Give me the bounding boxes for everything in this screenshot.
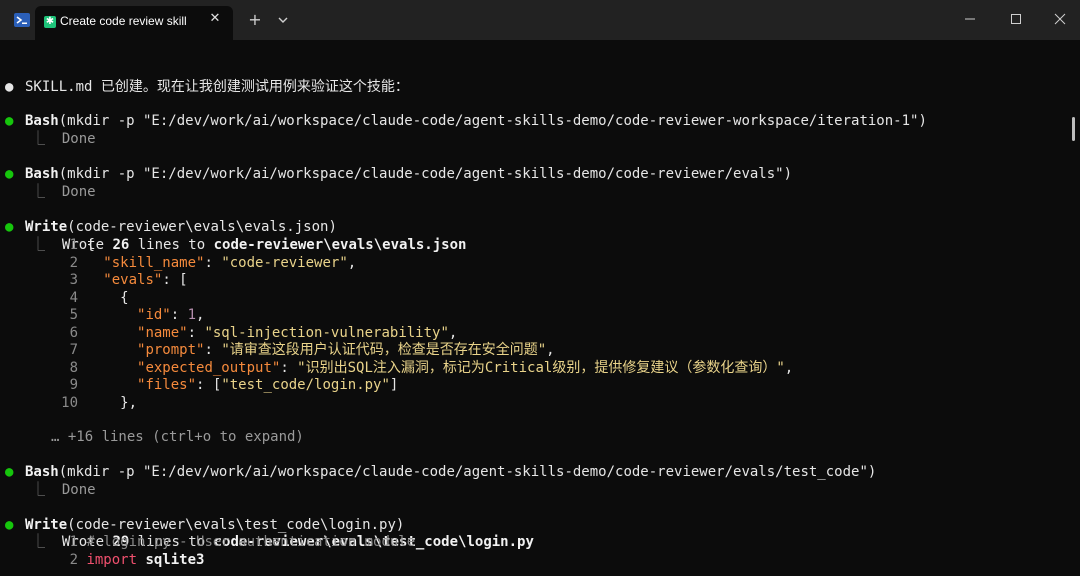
code-line: 3 "evals": [ — [0, 272, 188, 289]
json-bracket: ] — [389, 377, 399, 393]
json-key: "expected_output" — [137, 360, 281, 376]
tool-call-line: ● Write(code-reviewer\evals\evals.json) — [0, 202, 337, 235]
line-number: 2 — [69, 255, 78, 271]
tool-call-line: ● Bash(mkdir -p "E:/dev/work/ai/workspace… — [0, 447, 876, 480]
json-sep: : — [187, 325, 205, 341]
code-line: 8 "expected_output": "识别出SQL注入漏洞，标记为Crit… — [0, 360, 794, 377]
tool-call-line: ● Bash(mkdir -p "E:/dev/work/ai/workspace… — [0, 149, 792, 182]
json-value: "test_code/login.py" — [221, 377, 390, 393]
tool-result-line: ⎿ Done — [0, 465, 96, 498]
line-number: 3 — [69, 272, 78, 288]
code-text: { — [86, 237, 95, 253]
json-value: 1 — [187, 307, 197, 323]
json-value: "请审查这段用户认证代码，检查是否存在安全问题" — [221, 342, 547, 358]
tool-result-line: ⎿ Done — [0, 114, 96, 147]
bullet: ● — [5, 79, 14, 95]
tool-args: (mkdir -p "E:/dev/work/ai/workspace/clau… — [58, 113, 927, 129]
json-end: , — [546, 342, 555, 358]
minimize-icon[interactable] — [960, 10, 980, 28]
code-line: 10 }, — [0, 395, 137, 412]
json-sep: : — [196, 377, 213, 393]
json-key: "id" — [137, 307, 171, 323]
line-number: 7 — [69, 342, 78, 358]
tool-result: Done — [61, 482, 96, 498]
code-text: }, — [120, 395, 138, 411]
code-line: 1 { — [0, 237, 95, 254]
plus-icon[interactable]: + — [246, 10, 264, 30]
json-end: , — [784, 360, 794, 376]
tree-connector: ⎿ — [31, 131, 45, 147]
code-line: 9 "files": ["test_code/login.py"] — [0, 377, 399, 394]
json-sep: : — [162, 272, 180, 288]
tool-result-line: ⎿ Wrote 26 lines to code-reviewer\evals\… — [0, 220, 466, 253]
json-key: "evals" — [103, 272, 163, 288]
close-icon[interactable]: ✕ — [207, 11, 223, 29]
json-key: "skill_name" — [103, 255, 205, 271]
code-line: 5 "id": 1, — [0, 307, 205, 324]
code-comment: # login.py - User authentication module — [86, 534, 416, 550]
line-number: 10 — [61, 395, 78, 411]
terminal-app-icon[interactable] — [14, 12, 30, 28]
tool-call-line: ● Bash(mkdir -p "E:/dev/work/ai/workspace… — [0, 96, 927, 129]
code-keyword: import — [86, 552, 138, 568]
tool-result: Done — [61, 131, 96, 147]
tree-connector: ⎿ — [31, 184, 45, 200]
json-key: "name" — [137, 325, 188, 341]
json-end: , — [448, 325, 458, 341]
json-value: "识别出SQL注入漏洞，标记为Critical级别，提供修复建议（参数化查询）" — [297, 360, 785, 376]
line-number: 1 — [69, 534, 78, 550]
line-number: 1 — [69, 237, 78, 253]
line-number: 2 — [69, 552, 78, 568]
code-line: 7 "prompt": "请审查这段用户认证代码，检查是否存在安全问题", — [0, 342, 555, 359]
json-end: , — [347, 255, 357, 271]
maximize-icon[interactable] — [1006, 10, 1026, 28]
json-key: "prompt" — [137, 342, 205, 358]
result-count: 26 — [112, 237, 130, 253]
terminal-output[interactable]: ● SKILL.md 已创建。现在让我创建测试用例来验证这个技能： ● Bash(m… — [0, 40, 1080, 576]
json-sep: : — [204, 255, 222, 271]
json-end: , — [196, 307, 205, 323]
line-number: 8 — [69, 360, 78, 376]
code-text: { — [120, 290, 129, 306]
line-number: 6 — [69, 325, 78, 341]
tool-args: (mkdir -p "E:/dev/work/ai/workspace/clau… — [58, 464, 877, 480]
json-sep: : — [170, 307, 188, 323]
code-line: 4 { — [0, 290, 129, 307]
tool-result-line: ⎿ Wrote 29 lines to code-reviewer\evals\… — [0, 517, 534, 550]
chevron-down-icon[interactable] — [276, 12, 290, 28]
tab-create-code-review-skill[interactable]: ✱ Create code review skill ✕ — [35, 6, 233, 40]
code-line: 1 # login.py - User authentication modul… — [0, 534, 416, 551]
intro-line: ● SKILL.md 已创建。现在让我创建测试用例来验证这个技能： — [0, 62, 409, 95]
scrollbar-thumb[interactable] — [1072, 117, 1075, 141]
code-text: sqlite3 — [137, 552, 205, 568]
tool-result: Done — [61, 184, 96, 200]
code-line: 2 import sqlite3 — [0, 552, 205, 569]
intro-text: SKILL.md 已创建。现在让我创建测试用例来验证这个技能： — [25, 79, 409, 95]
title-bar: ✱ Create code review skill ✕ + — [0, 0, 1080, 40]
tree-connector: ⎿ — [31, 482, 45, 498]
tool-call-line: ● Write(code-reviewer\evals\test_code\log… — [0, 500, 404, 533]
json-end: [ — [179, 272, 188, 288]
tab-title: Create code review skill — [60, 14, 187, 28]
tool-args: (code-reviewer\evals\evals.json) — [67, 219, 337, 235]
line-number: 9 — [69, 377, 78, 393]
json-value: "code-reviewer" — [221, 255, 348, 271]
window-close-icon[interactable] — [1050, 10, 1070, 28]
tool-result-line: ⎿ Done — [0, 167, 96, 200]
result-mid: lines to — [129, 237, 214, 253]
json-value: "sql-injection-vulnerability" — [204, 325, 449, 341]
line-number: 4 — [69, 290, 78, 306]
tool-args: (mkdir -p "E:/dev/work/ai/workspace/clau… — [58, 166, 793, 182]
tab-skill-icon: ✱ — [44, 16, 56, 28]
json-sep: : — [204, 342, 222, 358]
tool-args: (code-reviewer\evals\test_code\login.py) — [67, 517, 405, 533]
expand-hint[interactable]: … +16 lines (ctrl+o to expand) — [0, 412, 304, 445]
expand-hint-text[interactable]: … +16 lines (ctrl+o to expand) — [51, 429, 304, 446]
json-sep: : — [280, 360, 298, 376]
line-number: 5 — [69, 307, 78, 323]
result-path: code-reviewer\evals\evals.json — [213, 237, 467, 253]
code-line: 2 "skill_name": "code-reviewer", — [0, 255, 357, 272]
code-line: 6 "name": "sql-injection-vulnerability", — [0, 325, 458, 342]
json-key: "files" — [137, 377, 197, 393]
